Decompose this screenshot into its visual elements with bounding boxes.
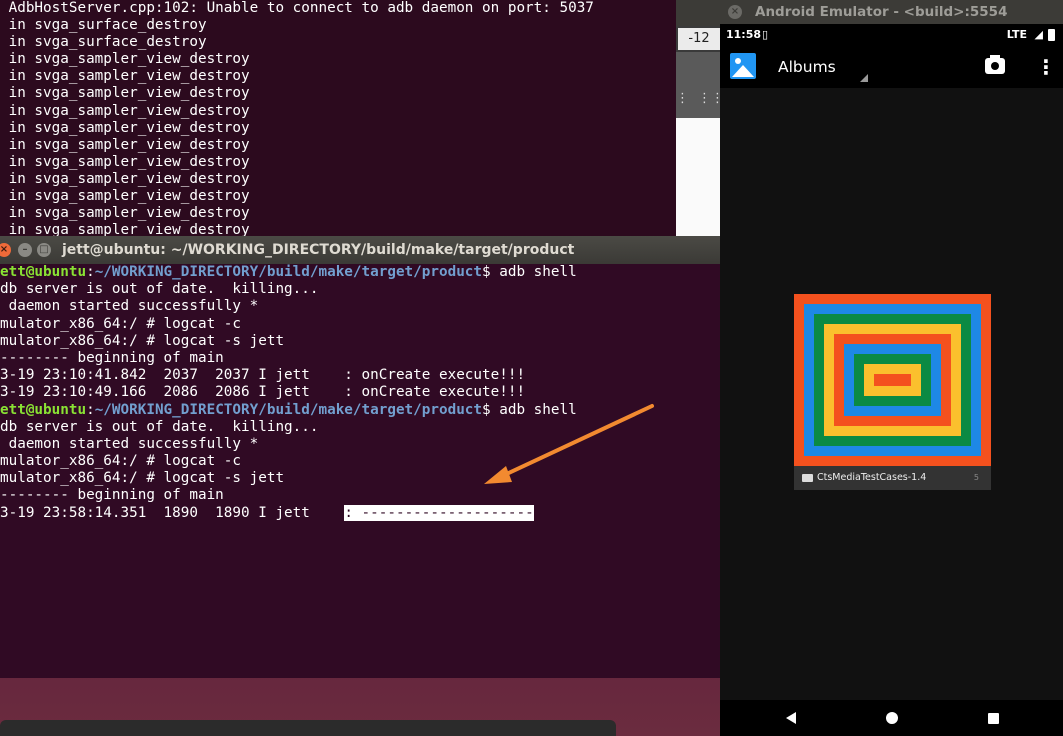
prompt-path: ~/WORKING_DIRECTORY/build/make/target/pr… [94, 401, 483, 418]
recents-icon[interactable] [988, 713, 999, 724]
terminal-line: db server is out of date. killing... [0, 281, 319, 298]
terminal-line: AdbHostServer.cpp:102: Unable to connect… [0, 0, 594, 16]
background-terminal: AdbHostServer.cpp:102: Unable to connect… [0, 0, 676, 240]
window-titlebar [676, 0, 720, 26]
terminal-line: in svga_sampler_view_destroy [0, 102, 250, 119]
minimize-icon[interactable]: – [18, 243, 32, 257]
status-time: 11:58 [726, 28, 762, 41]
battery-icon [1048, 29, 1055, 41]
more-vert-icon[interactable]: ⋮ [1036, 46, 1056, 88]
terminal-line: in svga_sampler_view_destroy [0, 51, 250, 68]
terminal-line: in svga_sampler_view_destroy [0, 136, 250, 153]
terminal-line: in svga_surface_destroy [0, 17, 207, 34]
terminal-line: 3-19 23:10:49.166 2086 2086 I jett : onC… [0, 384, 526, 401]
back-icon[interactable] [786, 712, 796, 724]
tab-label[interactable]: -12 [678, 28, 720, 50]
terminal-line: in svga_surface_destroy [0, 34, 207, 51]
prompt-separator: : [86, 401, 95, 418]
terminal-line: mulator_x86_64:/ # logcat -c [0, 315, 242, 332]
terminal-line: 3-19 23:10:41.842 2037 2037 I jett : onC… [0, 367, 526, 384]
terminal-line: in svga_sampler_view_destroy [0, 170, 250, 187]
device-screen[interactable]: 11:58 ▯ LTE ◢ Albums ⋮ CtsMediaTestCases… [720, 24, 1063, 736]
terminal-line: ett@ubuntu:~/WORKING_DIRECTORY/build/mak… [0, 402, 724, 419]
album-thumbnail [794, 294, 991, 466]
album-card[interactable]: CtsMediaTestCases-1.4 5 [794, 294, 991, 490]
content-area [676, 118, 720, 240]
foreground-terminal[interactable]: × – □ jett@ubuntu: ~/WORKING_DIRECTORY/b… [0, 236, 727, 678]
grid-icon[interactable]: ⋮⋮ [698, 86, 724, 112]
selected-text[interactable]: : -------------------- [344, 504, 534, 521]
dropdown-icon[interactable] [860, 74, 868, 82]
thumbnail-ring [874, 374, 911, 386]
terminal-line: mulator_x86_64:/ # logcat -s jett [0, 332, 285, 349]
kebab-menu-icon[interactable]: ⋮ [676, 86, 689, 112]
terminal-line: 3-19 23:58:14.351 1890 1890 I jett : ---… [0, 504, 724, 522]
album-name: CtsMediaTestCases-1.4 [817, 472, 927, 483]
prompt-command: $ adb shell [482, 264, 577, 280]
terminal-line: in svga_sampler_view_destroy [0, 85, 250, 102]
prompt-separator: : [86, 264, 95, 280]
android-emulator-window[interactable]: × Android Emulator - <build>:5554 11:58 … [720, 0, 1063, 736]
terminal-line: in svga_sampler_view_destroy [0, 119, 250, 136]
network-type: LTE [1006, 28, 1027, 41]
albums-grid: CtsMediaTestCases-1.4 5 [720, 88, 1063, 700]
camera-icon[interactable] [985, 55, 1005, 74]
prompt-user: ett@ubuntu [0, 401, 87, 418]
terminal-line: in svga_sampler_view_destroy [0, 205, 250, 222]
terminal-line: db server is out of date. killing... [0, 418, 319, 435]
terminal-line: mulator_x86_64:/ # logcat -c [0, 453, 242, 470]
log-entry: 3-19 23:58:14.351 1890 1890 I jett [0, 504, 345, 521]
home-icon[interactable] [886, 712, 898, 724]
terminal-line: daemon started successfully * [0, 298, 259, 315]
terminal-line: in svga_sampler_view_destroy [0, 153, 250, 170]
app-bar: Albums ⋮ [720, 46, 1063, 88]
terminal-line: -------- beginning of main [0, 487, 224, 504]
album-caption: CtsMediaTestCases-1.4 5 [794, 466, 991, 490]
background-window: -12 ⋮ ⋮⋮ [676, 0, 724, 240]
emulator-titlebar[interactable]: × Android Emulator - <build>:5554 [720, 0, 1063, 24]
terminal-output[interactable]: ett@ubuntu:~/WORKING_DIRECTORY/build/mak… [0, 264, 724, 678]
app-bar-title[interactable]: Albums [778, 46, 836, 88]
sim-card-icon: ▯ [762, 28, 769, 41]
status-bar: 11:58 ▯ LTE ◢ [720, 24, 1063, 46]
prompt-path: ~/WORKING_DIRECTORY/build/make/target/pr… [94, 264, 483, 280]
signal-icon: ◢ [1034, 28, 1043, 41]
gallery-app-icon [730, 53, 756, 79]
navigation-bar [720, 700, 1063, 736]
close-icon[interactable]: × [728, 5, 742, 19]
close-icon[interactable]: × [0, 243, 11, 257]
album-count: 5 [973, 473, 979, 482]
terminal-line: in svga_sampler_view_destroy [0, 188, 250, 205]
desktop-panel [0, 720, 616, 736]
prompt-user: ett@ubuntu [0, 264, 87, 280]
terminal-line: ett@ubuntu:~/WORKING_DIRECTORY/build/mak… [0, 264, 724, 281]
prompt-command: $ adb shell [482, 401, 577, 418]
terminal-titlebar[interactable]: × – □ jett@ubuntu: ~/WORKING_DIRECTORY/b… [0, 236, 724, 264]
terminal-title: jett@ubuntu: ~/WORKING_DIRECTORY/build/m… [62, 242, 575, 258]
terminal-line: -------- beginning of main [0, 349, 224, 366]
maximize-icon[interactable]: □ [37, 243, 51, 257]
terminal-line: in svga_sampler_view_destroy [0, 68, 250, 85]
folder-icon [802, 474, 813, 482]
emulator-title: Android Emulator - <build>:5554 [755, 4, 1008, 20]
terminal-line: mulator_x86_64:/ # logcat -s jett [0, 470, 285, 487]
terminal-line: daemon started successfully * [0, 435, 259, 452]
